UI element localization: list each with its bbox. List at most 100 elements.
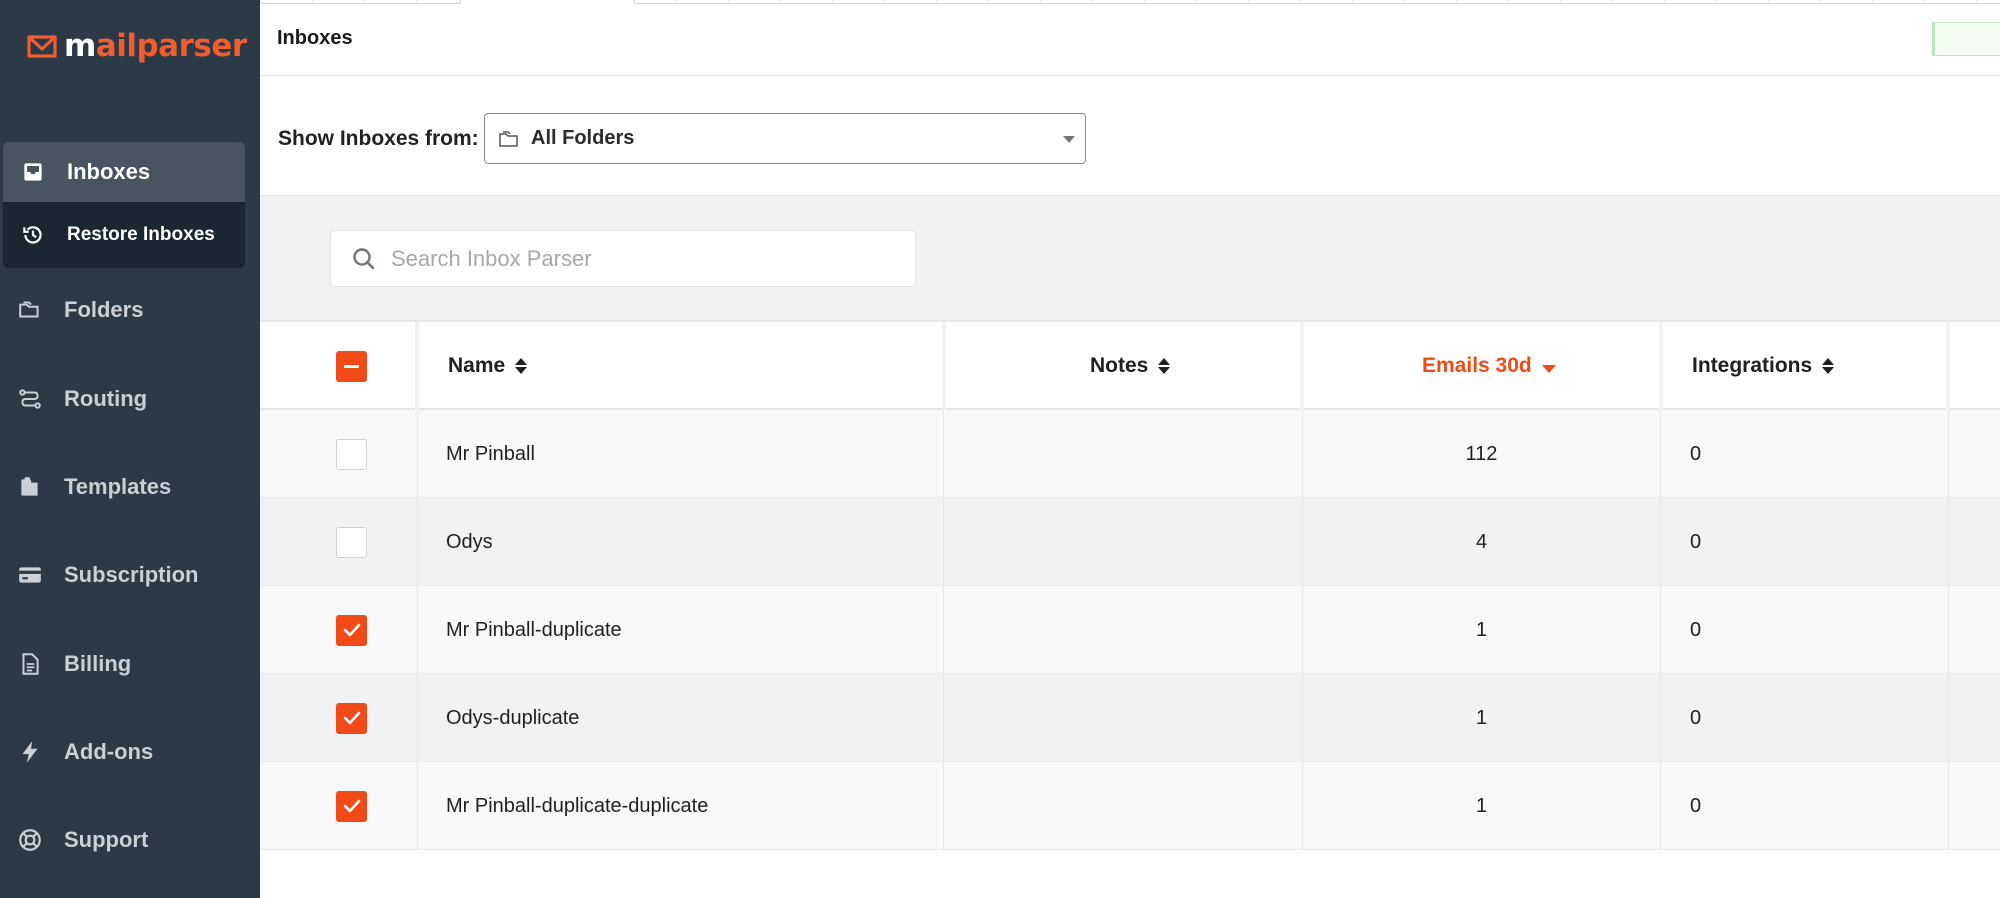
inbox-name[interactable]: Mr Pinball-duplicate-duplicate [446,762,708,850]
sort-icon [1822,358,1835,374]
inbox-integrations: 0 [1690,442,1702,465]
inbox-notes [944,498,1300,586]
inbox-emails-30d: 1 [1475,618,1488,641]
search-icon [353,247,375,269]
minus-icon [344,364,359,368]
sidebar-item-label: Restore Inboxes [67,224,215,245]
checkmark-icon [343,623,360,637]
column-separator [1946,322,1950,410]
credit-card-icon [16,561,44,589]
table-row[interactable]: Odys-duplicate 1 0 [260,674,2000,762]
column-header-emails-30d[interactable]: Emails 30d [1422,322,1556,410]
row-checkbox[interactable] [336,438,367,470]
sort-descending-icon [1541,365,1556,373]
inbox-notes [944,762,1300,850]
sidebar-item-label: Subscription [64,562,199,587]
column-header-integrations[interactable]: Integrations [1692,322,1835,410]
inbox-notes [944,674,1300,762]
inbox-integrations: 0 [1690,618,1702,641]
folder-icon [16,296,44,324]
inbox-emails-30d: 112 [1465,442,1498,465]
inboxes-table: Name Notes Emails 30d Integrations Mr Pi… [260,320,2000,850]
select-all-cell [336,322,367,410]
inbox-name[interactable]: Odys-duplicate [446,674,579,762]
inbox-integrations: 0 [1690,794,1702,817]
mailparser-logo[interactable]: mailparser [26,28,247,64]
top-header: Inboxes [260,0,2000,76]
bolt-icon [16,738,44,766]
sort-icon [1158,358,1171,374]
row-checkbox[interactable] [336,702,367,734]
search-box[interactable] [330,230,916,287]
folder-icon [499,130,518,147]
sidebar-item-add-ons[interactable]: Add-ons [16,738,153,766]
document-icon [16,650,44,678]
inbox-integrations: 0 [1690,530,1702,553]
sidebar-item-folders[interactable]: Folders [16,296,143,324]
routing-icon [16,385,44,413]
sidebar-item-label: Templates [64,474,172,499]
inbox-integrations: 0 [1690,706,1702,729]
table-row[interactable]: Mr Pinball-duplicate 1 0 [260,586,2000,674]
column-separator [942,322,946,410]
column-header-label: Name [448,354,506,377]
sidebar-item-label: Folders [64,297,144,322]
filter-label: Show Inboxes from: [278,127,479,150]
lifebuoy-icon [16,826,44,854]
caret-down-icon [1063,136,1075,143]
select-all-checkbox[interactable] [336,350,367,382]
page-title: Inboxes [277,27,353,49]
search-area [260,196,2000,320]
table-row[interactable]: Odys 4 0 [260,498,2000,586]
inbox-name[interactable]: Odys [446,498,493,586]
sidebar-item-label: Support [64,827,149,852]
column-separator [1300,322,1304,410]
inbox-emails-30d: 1 [1475,706,1488,729]
row-checkbox[interactable] [336,790,367,822]
folder-select-value: All Folders [531,127,635,149]
inbox-notes [944,410,1300,498]
sidebar-item-inboxes[interactable]: Inboxes [3,142,245,202]
inboxes-nav-group: Inboxes Restore Inboxes [3,142,245,268]
table-row[interactable]: Mr Pinball 112 0 [260,410,2000,498]
column-header-label: Integrations [1692,354,1813,377]
column-header-notes[interactable]: Notes [1090,322,1171,410]
inbox-icon [19,158,47,186]
inbox-name[interactable]: Mr Pinball [446,410,535,498]
row-checkbox[interactable] [336,614,367,646]
logo-wordmark: mailparser [64,28,247,64]
top-tab-indicator [460,0,635,4]
column-header-label: Emails 30d [1422,354,1532,377]
checkmark-icon [343,711,360,725]
envelope-logo-icon [27,35,57,58]
sidebar-item-restore-inboxes[interactable]: Restore Inboxes [3,202,245,268]
sidebar-item-routing[interactable]: Routing [16,385,147,413]
sidebar-item-billing[interactable]: Billing [16,650,131,678]
sidebar-item-label: Billing [64,651,132,676]
sidebar-item-subscription[interactable]: Subscription [16,561,198,589]
search-input[interactable] [391,245,891,272]
inbox-name[interactable]: Mr Pinball-duplicate [446,586,622,674]
sidebar-item-templates[interactable]: Templates [16,473,171,501]
sort-icon [515,358,528,374]
column-separator [1659,322,1663,410]
header-action-button[interactable] [1932,22,2000,56]
folder-filter-bar: Show Inboxes from: All Folders [260,76,2000,196]
inbox-notes [944,586,1300,674]
inbox-emails-30d: 1 [1475,794,1488,817]
column-separator [415,322,419,410]
column-header-label: Notes [1090,354,1149,377]
sidebar-item-label: Add-ons [64,739,154,764]
folder-select[interactable]: All Folders [484,113,1086,164]
sidebar-item-label: Routing [64,386,148,411]
checkmark-icon [343,799,360,813]
row-checkbox[interactable] [336,526,367,558]
sidebar: mailparser Inboxes Restore Inboxes Folde… [0,0,260,898]
inbox-emails-30d: 4 [1475,530,1488,553]
templates-icon [16,473,44,501]
sidebar-item-support[interactable]: Support [16,826,148,854]
sidebar-item-label: Inboxes [67,159,151,184]
table-row[interactable]: Mr Pinball-duplicate-duplicate 1 0 [260,762,2000,850]
column-header-name[interactable]: Name [448,322,528,410]
history-icon [19,221,47,249]
